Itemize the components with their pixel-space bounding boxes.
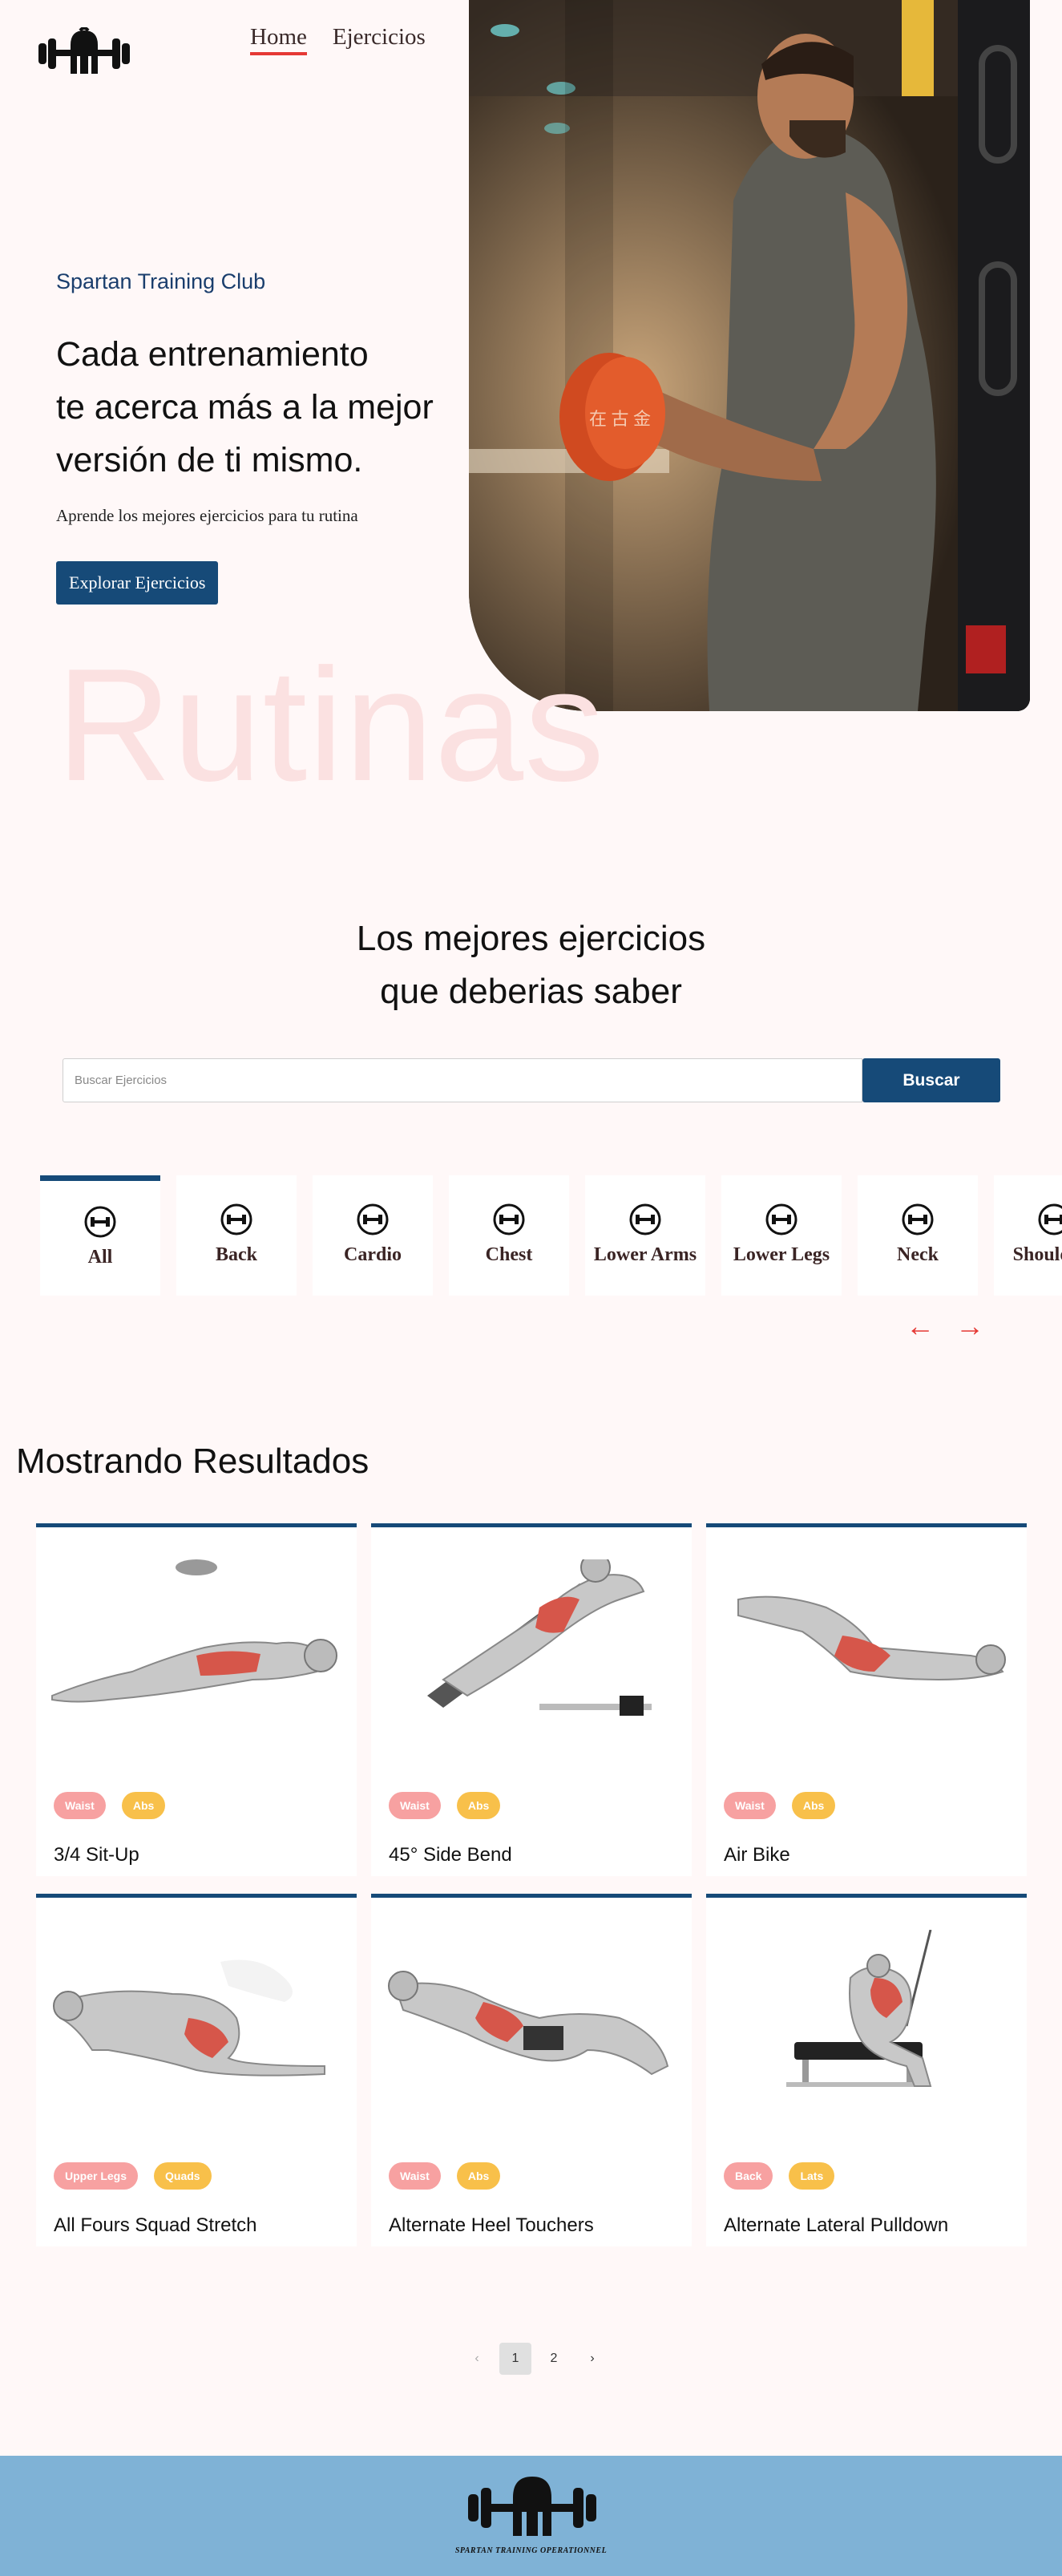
page-button-2[interactable]: 2 — [538, 2343, 570, 2375]
hero-subtitle: Spartan Training Club — [56, 269, 266, 293]
arrow-left-icon[interactable]: ← — [906, 1310, 935, 1342]
hero-description: Aprende los mejores ejercicios para tu r… — [56, 506, 358, 525]
results-title: Mostrando Resultados — [16, 1442, 369, 1481]
tag-target: Lats — [789, 2162, 835, 2190]
hero-title: Cada entrenamiento te acerca más a la me… — [56, 328, 473, 487]
exercise-card[interactable]: Back Lats Alternate Lateral Pulldown — [706, 1894, 1027, 2246]
dumbbell-icon — [84, 1206, 116, 1238]
footer: SPARTAN TRAINING OPERATIONNEL — [0, 2456, 1062, 2576]
nav-link-home[interactable]: Home — [250, 24, 307, 55]
category-label: Neck — [897, 1244, 939, 1265]
category-label: Chest — [485, 1244, 533, 1265]
exercise-card[interactable]: Waist Abs Alternate Heel Touchers — [371, 1894, 692, 2246]
tag-body-part: Back — [724, 2162, 773, 2190]
search-input[interactable] — [63, 1058, 862, 1102]
hero-title-line-3: versión de ti mismo. — [56, 441, 363, 479]
hero-section: Spartan Training Club Cada entrenamiento… — [56, 269, 473, 605]
chevron-left-icon[interactable]: ‹ — [461, 2343, 493, 2375]
nav-link-ejercicios[interactable]: Ejercicios — [333, 24, 426, 55]
category-cardio[interactable]: Cardio — [313, 1175, 433, 1296]
exercise-card[interactable]: Upper Legs Quads All Fours Squad Stretch — [36, 1894, 357, 2246]
category-all[interactable]: All — [40, 1175, 160, 1296]
section-heading-line-2: que deberias saber — [380, 972, 682, 1011]
section-heading: Los mejores ejercicios que deberias sabe… — [0, 912, 1062, 1018]
category-label: Cardio — [344, 1244, 402, 1265]
exercise-illustration-air-bike — [737, 1595, 1006, 1681]
exercise-name: 3/4 Sit-Up — [54, 1844, 139, 1866]
exercise-name: 45° Side Bend — [389, 1844, 512, 1866]
chevron-right-icon[interactable]: › — [576, 2343, 608, 2375]
exercise-card[interactable]: Waist Abs 45° Side Bend — [371, 1523, 692, 1876]
dumbbell-icon — [493, 1203, 525, 1235]
tag-target: Abs — [121, 1792, 166, 1819]
exercise-name: Air Bike — [724, 1844, 790, 1866]
tag-target: Quads — [154, 2162, 212, 2190]
category-chest[interactable]: Chest — [449, 1175, 569, 1296]
tag-body-part: Waist — [54, 1792, 106, 1819]
exercise-card[interactable]: Waist Abs 3/4 Sit-Up — [36, 1523, 357, 1876]
dumbbell-icon — [902, 1203, 934, 1235]
tag-target: Abs — [456, 2162, 501, 2190]
svg-text:在 古 金: 在 古 金 — [589, 409, 651, 429]
explore-exercises-button[interactable]: Explorar Ejercicios — [56, 561, 219, 605]
section-heading-line-1: Los mejores ejercicios — [356, 919, 706, 958]
category-neck[interactable]: Neck — [858, 1175, 978, 1296]
exercise-name: Alternate Heel Touchers — [389, 2214, 594, 2236]
carousel-arrows: ← → — [906, 1310, 984, 1342]
tag-body-part: Upper Legs — [54, 2162, 139, 2190]
exercise-illustration-situp — [51, 1559, 337, 1703]
category-label: All — [87, 1247, 113, 1268]
page-button-1[interactable]: 1 — [499, 2343, 531, 2375]
tag-target: Abs — [456, 1792, 501, 1819]
pagination: ‹ 1 2 › — [461, 2343, 608, 2375]
arrow-right-icon[interactable]: → — [955, 1310, 984, 1342]
footer-brand-text: SPARTAN TRAINING OPERATIONNEL — [454, 2546, 608, 2555]
exercise-illustration-heel-touchers — [388, 1971, 669, 2076]
tag-target: Abs — [791, 1792, 836, 1819]
search-button[interactable]: Buscar — [862, 1058, 1000, 1102]
exercise-illustration-lateral-pulldown — [786, 1930, 932, 2087]
hero-title-line-2: te acerca más a la mejor — [56, 388, 434, 427]
exercise-card[interactable]: Waist Abs Air Bike — [706, 1523, 1027, 1876]
exercise-illustration-squad-stretch — [53, 1959, 325, 2077]
man-curling-dumbbell-photo: 在 古 金 — [469, 0, 1030, 711]
hero-title-line-1: Cada entrenamiento — [56, 335, 369, 374]
hero-photo: 在 古 金 — [469, 0, 1030, 711]
spartan-logo-icon[interactable] — [35, 27, 133, 77]
spartan-logo-icon — [468, 2477, 596, 2536]
category-lower-legs[interactable]: Lower Legs — [721, 1175, 842, 1296]
dumbbell-icon — [629, 1203, 661, 1235]
dumbbell-icon — [765, 1203, 798, 1235]
category-label: Shoulders — [1012, 1244, 1062, 1265]
search-bar: Buscar — [63, 1058, 1000, 1102]
category-lower-arms[interactable]: Lower Arms — [585, 1175, 705, 1296]
tag-body-part: Waist — [724, 1792, 776, 1819]
category-label: Lower Arms — [593, 1244, 697, 1265]
exercise-name: Alternate Lateral Pulldown — [724, 2214, 949, 2236]
dumbbell-icon — [1038, 1203, 1062, 1235]
tag-body-part: Waist — [389, 1792, 441, 1819]
dumbbell-icon — [357, 1203, 389, 1235]
category-shoulders[interactable]: Shoulders — [994, 1175, 1062, 1296]
exercise-illustration-side-bend — [427, 1559, 652, 1716]
category-label: Lower Legs — [733, 1244, 830, 1265]
exercise-name: All Fours Squad Stretch — [54, 2214, 257, 2236]
tag-body-part: Waist — [389, 2162, 441, 2190]
dumbbell-icon — [220, 1203, 252, 1235]
category-back[interactable]: Back — [176, 1175, 297, 1296]
category-label: Back — [215, 1244, 257, 1265]
top-nav: Home Ejercicios — [0, 0, 473, 80]
category-carousel: All Back Cardio Chest Lower Arms Lower L… — [40, 1175, 1062, 1296]
rutinas-watermark: Rutinas — [56, 636, 606, 815]
